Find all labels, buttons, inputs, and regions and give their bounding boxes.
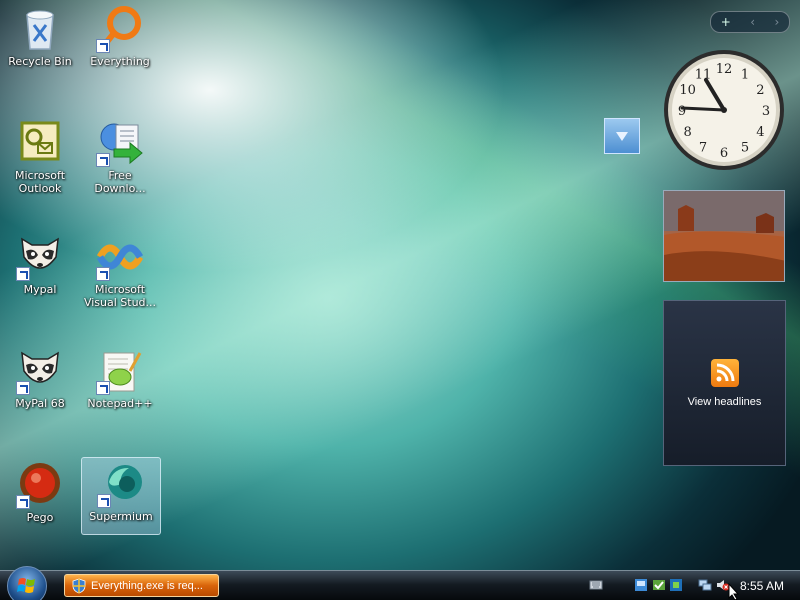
taskbar-button-label: Everything.exe is req... — [91, 579, 203, 592]
minute-hand — [680, 106, 726, 112]
add-gadget-button[interactable]: + — [721, 15, 731, 29]
icon-label: MyPal 68 — [15, 397, 65, 410]
icon-label: Pego — [26, 511, 54, 524]
icon-label: Notepad++ — [87, 397, 153, 410]
keyboard-icon[interactable] — [589, 578, 603, 592]
raccoon-icon — [16, 347, 64, 395]
recycle-bin-shortcut[interactable]: Recycle Bin — [1, 3, 79, 79]
feed-headlines-gadget[interactable]: View headlines — [663, 300, 786, 466]
start-button[interactable] — [7, 566, 47, 600]
monument-valley-photo — [664, 191, 784, 281]
windows-update-icon[interactable] — [669, 578, 683, 592]
shortcut-arrow-icon — [16, 495, 30, 509]
everything-icon — [96, 5, 144, 53]
security-center-icon[interactable] — [652, 578, 666, 592]
previous-gadgets-button[interactable]: ‹ — [750, 15, 755, 29]
shortcut-arrow-icon — [16, 267, 30, 281]
clock-numeral: 5 — [741, 140, 749, 155]
clock-gadget[interactable]: 12 1 2 3 4 5 6 7 8 9 10 11 — [662, 48, 786, 172]
slideshow-gadget[interactable] — [663, 190, 785, 282]
shortcut-arrow-icon — [96, 153, 110, 167]
icon-label: Supermium — [89, 510, 153, 523]
outlook-icon — [16, 119, 64, 167]
download-manager-icon — [96, 119, 144, 167]
icon-label: Microsoft Outlook — [14, 169, 66, 195]
clock-numeral: 12 — [716, 62, 733, 77]
analog-clock: 12 12 3 45678 9 1011 — [664, 50, 784, 170]
windows-logo-icon — [17, 578, 35, 593]
free-download-manager-shortcut[interactable]: Free Downlo... — [81, 117, 159, 195]
clock-numeral: 6 — [720, 146, 728, 161]
desktop-widget-button[interactable] — [604, 118, 640, 154]
view-headlines-link[interactable]: View headlines — [688, 396, 762, 408]
visual-studio-icon — [96, 233, 144, 281]
icon-label: Recycle Bin — [8, 55, 72, 68]
notepad-plus-plus-shortcut[interactable]: Notepad++ — [81, 345, 159, 421]
clock-numeral: 11 — [695, 68, 712, 83]
desktop: Recycle Bin Everything Microsoft Outlook — [0, 0, 800, 600]
shortcut-arrow-icon — [96, 381, 110, 395]
clock-numeral: 4 — [756, 125, 764, 140]
clock-numeral: 3 — [762, 104, 770, 119]
network-connection-icon[interactable] — [698, 578, 712, 592]
microsoft-visual-studio-shortcut[interactable]: Microsoft Visual Stud... — [81, 231, 159, 309]
sidebar-controls: + ‹ › — [710, 11, 790, 33]
rss-icon — [710, 358, 739, 387]
icon-label: Free Downlo... — [94, 169, 146, 195]
network-icon[interactable] — [634, 578, 648, 592]
taskbar-clock[interactable]: 8:55 AM — [740, 579, 784, 593]
mypal-shortcut[interactable]: Mypal — [1, 231, 79, 307]
pego-icon — [16, 461, 64, 509]
clock-numeral: 1 — [741, 68, 749, 83]
raccoon-icon — [16, 233, 64, 281]
icon-label: Microsoft Visual Stud... — [83, 283, 157, 309]
mypal-68-shortcut[interactable]: MyPal 68 — [1, 345, 79, 421]
clock-numeral: 7 — [699, 140, 707, 155]
clock-numeral: 9 — [678, 104, 686, 119]
everything-shortcut[interactable]: Everything — [81, 3, 159, 79]
notepad-plus-plus-icon — [96, 347, 144, 395]
shield-icon — [72, 578, 86, 593]
taskbar: Everything.exe is req... 8:55 AM — [0, 566, 800, 600]
clock-numeral: 10 — [679, 83, 696, 98]
recycle-bin-icon — [16, 5, 64, 53]
icon-label: Mypal — [23, 283, 57, 296]
taskbar-button-everything[interactable]: Everything.exe is req... — [64, 574, 219, 597]
shortcut-arrow-icon — [97, 494, 111, 508]
supermium-icon — [97, 460, 145, 508]
shortcut-arrow-icon — [96, 39, 110, 53]
next-gadgets-button[interactable]: › — [774, 15, 779, 29]
clock-numeral: 8 — [683, 125, 691, 140]
microsoft-outlook-shortcut[interactable]: Microsoft Outlook — [1, 117, 79, 195]
shortcut-arrow-icon — [16, 381, 30, 395]
arrow-down-icon — [616, 132, 628, 141]
icon-label: Everything — [90, 55, 150, 68]
shortcut-arrow-icon — [96, 267, 110, 281]
clock-numeral: 2 — [756, 83, 764, 98]
pego-shortcut[interactable]: Pego — [1, 459, 79, 535]
supermium-shortcut[interactable]: Supermium — [81, 457, 161, 535]
mouse-cursor-icon — [728, 583, 740, 600]
